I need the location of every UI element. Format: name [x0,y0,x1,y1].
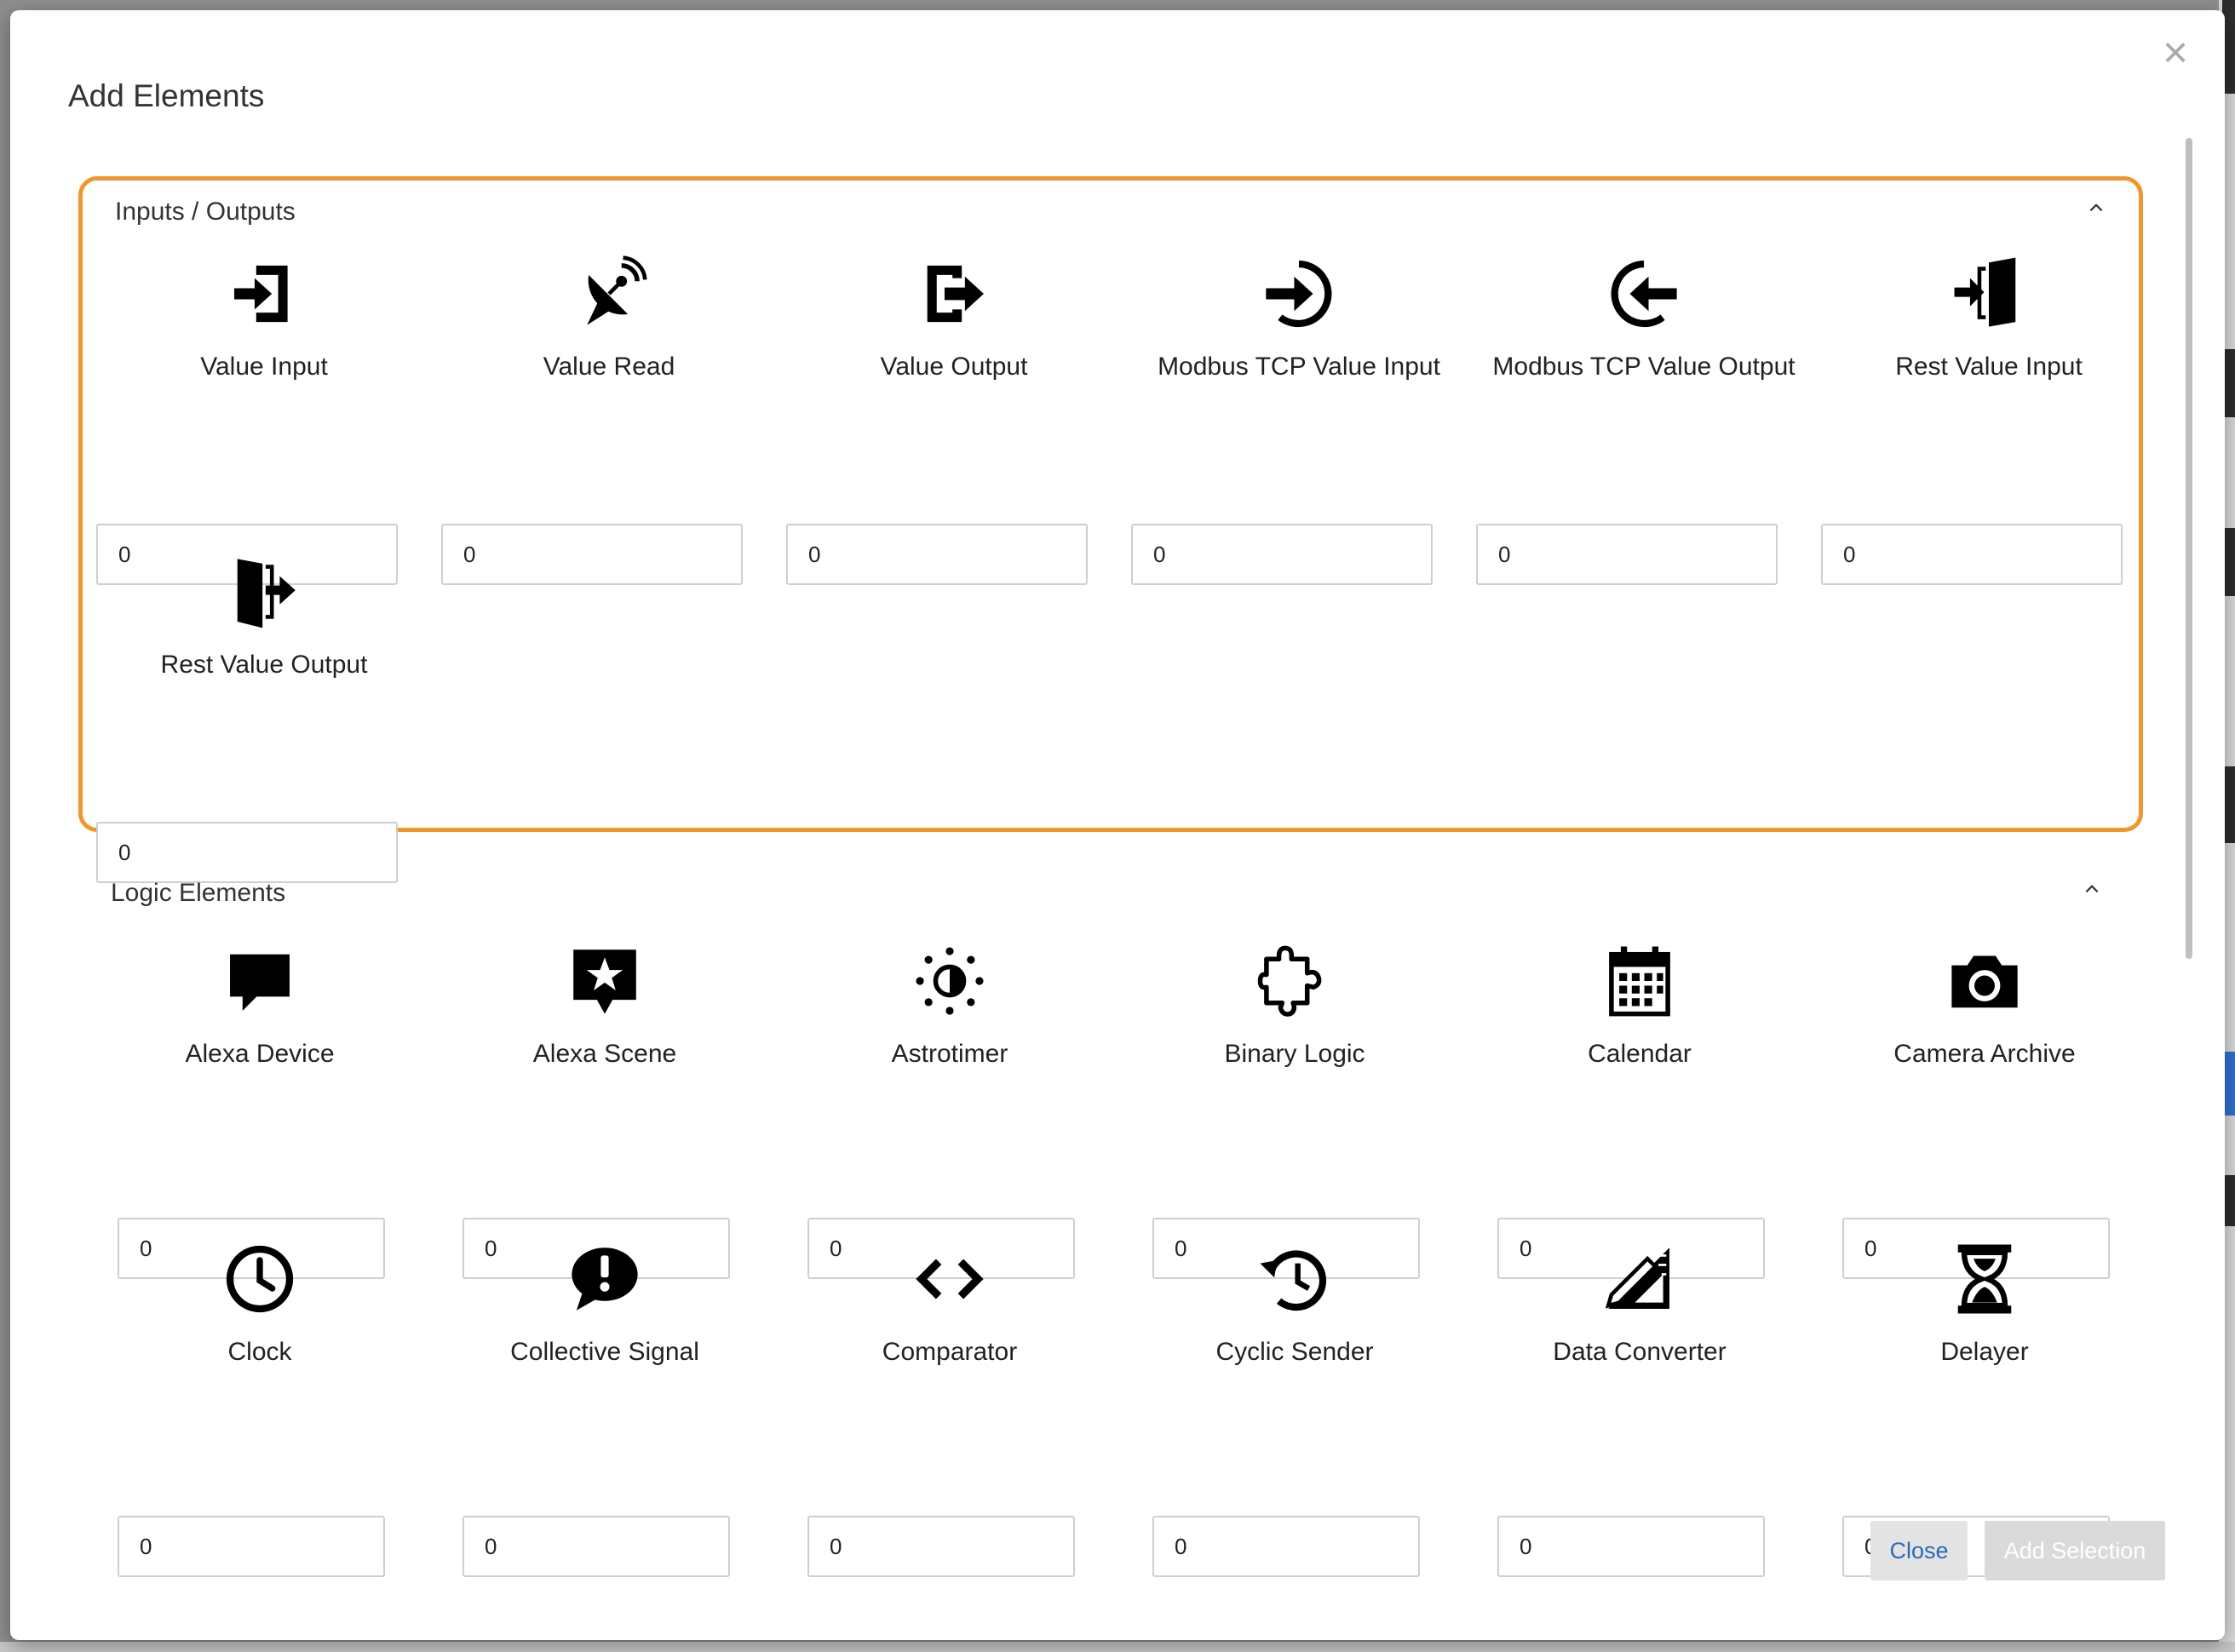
section-title: Logic Elements [111,879,286,907]
element-option[interactable] [1816,251,2162,345]
element-label: Value Input [200,353,328,381]
element-option[interactable] [91,549,437,643]
element-label: Data Converter [1553,1338,1727,1366]
puzzle-icon [1122,938,1468,1024]
element-label: Astrotimer [891,1040,1008,1068]
element-label: Alexa Device [185,1040,335,1068]
scrollbar-thumb[interactable] [2186,138,2192,959]
quantity-input[interactable] [1152,1516,1420,1577]
element-label: Calendar [1588,1040,1692,1068]
camera-icon [1812,938,2157,1024]
element-label: Delayer [1940,1338,2029,1366]
satellite-dish-icon [436,251,782,336]
quantity-input[interactable] [1131,524,1433,585]
element-label: Collective Signal [510,1338,699,1366]
element-option[interactable] [1126,251,1472,345]
circle-arrow-out-icon [1471,251,1817,336]
element-option[interactable] [436,251,782,345]
element-option[interactable] [777,1236,1123,1330]
sign-out-icon [781,251,1127,336]
section-title: Inputs / Outputs [115,198,296,226]
element-option[interactable] [87,1236,433,1330]
history-icon [1122,1236,1468,1322]
element-label: Camera Archive [1893,1040,2076,1068]
ruler-pencil-icon [1467,1236,1813,1322]
dialog-title: Add Elements [68,78,265,113]
element-label: Rest Value Output [160,651,368,679]
add-elements-dialog: Add Elements × Inputs / Outputs Value In… [10,10,2225,1640]
element-option[interactable] [1122,938,1468,1032]
element-label: Comparator [882,1338,1018,1366]
door-exit-icon [91,549,437,634]
element-label: Alexa Scene [532,1040,677,1068]
element-option[interactable] [432,1236,778,1330]
sun-moon-icon [777,938,1123,1024]
door-enter-icon [1816,251,2162,336]
sign-in-icon [91,251,437,336]
element-option[interactable] [432,938,778,1032]
chevron-up-icon [2085,885,2099,893]
element-label: Value Output [880,353,1028,381]
quantity-input[interactable] [1821,524,2123,585]
quantity-input[interactable] [786,524,1088,585]
calendar-icon [1467,938,1813,1024]
element-option[interactable] [91,251,437,345]
collapse-io-button[interactable] [2079,191,2113,225]
quantity-input[interactable] [1497,1516,1765,1577]
collapse-logic-button[interactable] [2075,872,2109,906]
add-selection-button[interactable]: Add Selection [1985,1521,2165,1580]
close-button[interactable]: Close [1870,1521,1968,1580]
speech-bubble-icon [87,938,433,1024]
element-option[interactable] [1467,1236,1813,1330]
element-label: Rest Value Input [1895,353,2083,381]
element-option[interactable] [777,938,1123,1032]
star-bubble-icon [432,938,778,1024]
element-label: Modbus TCP Value Output [1492,353,1795,381]
element-option[interactable] [1471,251,1817,345]
element-label: Value Read [543,353,675,381]
element-option[interactable] [781,251,1127,345]
alert-bubble-icon [432,1236,778,1322]
element-label: Binary Logic [1224,1040,1365,1068]
element-label: Clock [227,1338,292,1366]
quantity-input[interactable] [463,1516,730,1577]
element-option[interactable] [1122,1236,1468,1330]
element-option[interactable] [1812,938,2157,1032]
chevron-up-icon [2089,204,2103,212]
hourglass-icon [1812,1236,2157,1322]
clock-icon [87,1236,433,1322]
inputs-outputs-section: Inputs / Outputs Value Input Value Read Va… [78,176,2143,883]
logic-elements-section: Logic Elements Alexa Device Alexa Scene As… [78,862,2143,1577]
element-option[interactable] [1812,1236,2157,1330]
quantity-input[interactable] [1476,524,1778,585]
quantity-input[interactable] [118,1516,385,1577]
close-dialog-button[interactable]: × [2157,27,2194,78]
circle-arrow-in-icon [1126,251,1472,336]
quantity-input[interactable] [807,1516,1075,1577]
element-label: Modbus TCP Value Input [1158,353,1440,381]
element-label: Cyclic Sender [1215,1338,1374,1366]
quantity-input[interactable] [441,524,743,585]
background-footer [0,1642,2235,1652]
element-option[interactable] [87,938,433,1032]
code-icon [777,1236,1123,1322]
element-option[interactable] [1467,938,1813,1032]
